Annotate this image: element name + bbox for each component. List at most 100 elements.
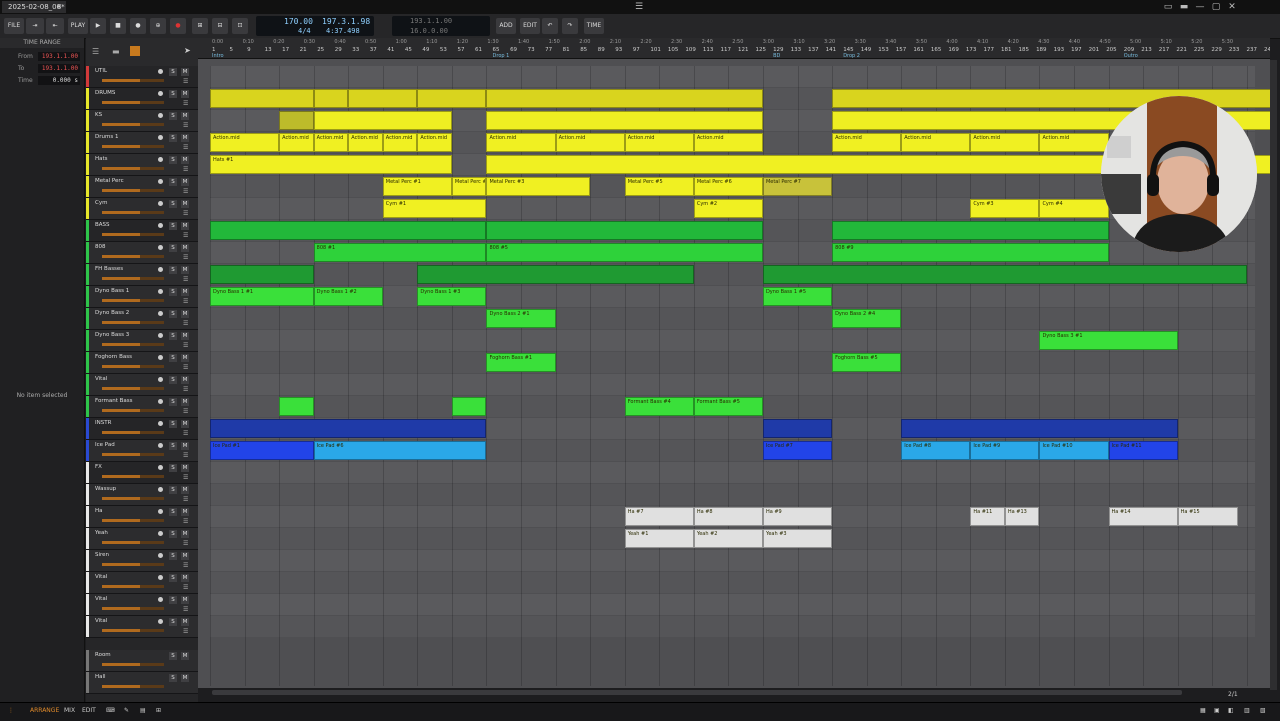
edit-tab[interactable]: EDIT bbox=[82, 707, 96, 714]
mute-button[interactable]: M bbox=[181, 178, 189, 186]
solo-button[interactable]: S bbox=[169, 90, 177, 98]
library-icon[interactable]: ▧ bbox=[1260, 707, 1266, 714]
track-menu-icon[interactable]: ☰ bbox=[183, 585, 190, 591]
arranger-clip[interactable]: Ice Pad #11 bbox=[1108, 441, 1178, 460]
volume-fader[interactable] bbox=[102, 79, 164, 82]
app-menu-icon[interactable]: ☰ bbox=[633, 1, 645, 13]
device-icon[interactable]: ⊞ bbox=[156, 707, 161, 714]
arranger-clip[interactable]: Action.mid bbox=[348, 133, 383, 152]
track-name[interactable]: DRUMS bbox=[95, 90, 115, 96]
volume-fader[interactable] bbox=[102, 629, 164, 632]
arranger-clip[interactable]: Action.mid bbox=[382, 133, 418, 152]
vertical-scrollbar[interactable] bbox=[1270, 60, 1277, 690]
solo-button[interactable]: S bbox=[169, 200, 177, 208]
record-icon[interactable]: ● bbox=[130, 18, 146, 34]
track-name[interactable]: Siren bbox=[95, 552, 109, 558]
track-name[interactable]: Cym bbox=[95, 200, 107, 206]
track-header[interactable]: Ice Pad S M ☰ bbox=[86, 440, 198, 462]
volume-fader[interactable] bbox=[102, 541, 164, 544]
arranger-clip[interactable] bbox=[486, 89, 763, 108]
mute-button[interactable]: M bbox=[181, 244, 189, 252]
arranger-clip[interactable] bbox=[313, 111, 452, 130]
volume-fader[interactable] bbox=[102, 277, 164, 280]
track-list-menu-icon[interactable]: ☰ bbox=[92, 47, 99, 56]
edit-button[interactable]: EDIT bbox=[520, 18, 540, 34]
track-activate-icon[interactable] bbox=[158, 201, 163, 206]
track-view-icon[interactable] bbox=[130, 46, 140, 56]
arranger-clip[interactable]: Action.mid bbox=[624, 133, 694, 152]
arranger-clip[interactable]: Metal Perc #6 bbox=[693, 177, 763, 196]
play-icon[interactable]: ▶ bbox=[90, 18, 106, 34]
mute-button[interactable]: M bbox=[181, 508, 189, 516]
file-button[interactable]: FILE bbox=[4, 18, 24, 34]
track-activate-icon[interactable] bbox=[158, 333, 163, 338]
track-menu-icon[interactable]: ☰ bbox=[183, 629, 190, 635]
mute-button[interactable]: M bbox=[181, 574, 189, 582]
track-header[interactable]: Dyno Bass 3 S M ☰ bbox=[86, 330, 198, 352]
arranger-clip[interactable]: Metal Perc #2 bbox=[451, 177, 487, 196]
volume-fader[interactable] bbox=[102, 123, 164, 126]
track-activate-icon[interactable] bbox=[158, 223, 163, 228]
arranger-clip[interactable]: Ice Pad #1 bbox=[210, 441, 314, 460]
track-activate-icon[interactable] bbox=[158, 509, 163, 514]
solo-button[interactable]: S bbox=[169, 376, 177, 384]
add-button[interactable]: ADD bbox=[496, 18, 516, 34]
volume-fader[interactable] bbox=[102, 409, 164, 412]
arranger-marker[interactable]: Intro bbox=[212, 53, 224, 59]
fx-track-header[interactable]: Hall S M bbox=[86, 672, 198, 694]
arranger-clip[interactable]: Foghorn Bass #5 bbox=[832, 353, 902, 372]
track-menu-icon[interactable]: ☰ bbox=[183, 145, 190, 151]
mute-button[interactable]: M bbox=[181, 200, 189, 208]
track-name[interactable]: Metal Perc bbox=[95, 178, 124, 184]
arranger-clip[interactable]: Dyno Bass 2 #1 bbox=[486, 309, 556, 328]
track-name[interactable]: Yeah bbox=[95, 530, 108, 536]
volume-fader[interactable] bbox=[102, 255, 164, 258]
volume-fader[interactable] bbox=[102, 475, 164, 478]
arranger-clip[interactable]: Dyno Bass 1 #5 bbox=[762, 287, 833, 306]
track-activate-icon[interactable] bbox=[158, 575, 163, 580]
arranger-clip[interactable]: Ice Pad #10 bbox=[1039, 441, 1109, 460]
arranger-clip[interactable] bbox=[417, 89, 487, 108]
track-name[interactable]: Vital bbox=[95, 574, 107, 580]
overdub-icon[interactable]: ⊕ bbox=[150, 18, 166, 34]
track-menu-icon[interactable]: ☰ bbox=[183, 255, 190, 261]
loop-start-display[interactable]: 193.1.1.00 bbox=[410, 17, 452, 25]
arranger-clip[interactable]: Metal Perc #3 bbox=[486, 177, 591, 196]
track-name[interactable]: Dyno Bass 1 bbox=[95, 288, 129, 294]
arranger-clip[interactable] bbox=[210, 89, 314, 108]
solo-button[interactable]: S bbox=[169, 442, 177, 450]
arranger-clip[interactable] bbox=[486, 221, 763, 240]
track-menu-icon[interactable]: ☰ bbox=[183, 343, 190, 349]
track-activate-icon[interactable] bbox=[158, 69, 163, 74]
arranger-marker[interactable]: Drop 2 bbox=[843, 53, 860, 59]
track-activate-icon[interactable] bbox=[158, 465, 163, 470]
arranger-clip[interactable]: Action.mid bbox=[693, 133, 763, 152]
volume-fader[interactable] bbox=[102, 607, 164, 610]
timeline-ruler[interactable]: 1 5 9 13 17 21 25 29 33 37 41 45 49 53 57 61 65 69 73 77 81 8… bbox=[198, 38, 1270, 59]
mute-button[interactable]: M bbox=[181, 376, 189, 384]
track-name[interactable]: FH Basses bbox=[95, 266, 123, 272]
punch-icon[interactable]: ⊡ bbox=[232, 18, 248, 34]
volume-fader[interactable] bbox=[102, 167, 164, 170]
solo-button[interactable]: S bbox=[169, 68, 177, 76]
fx-track-header[interactable]: Room S M bbox=[86, 650, 198, 672]
mute-button[interactable]: M bbox=[181, 90, 189, 98]
mute-button[interactable]: M bbox=[181, 486, 189, 494]
volume-fader[interactable] bbox=[102, 365, 164, 368]
arranger-clip[interactable] bbox=[417, 265, 694, 284]
track-activate-icon[interactable] bbox=[158, 135, 163, 140]
track-menu-icon[interactable]: ☰ bbox=[183, 189, 190, 195]
track-header[interactable]: Vital S M ☰ bbox=[86, 572, 198, 594]
horizontal-scrollbar[interactable] bbox=[212, 690, 1182, 695]
volume-fader[interactable] bbox=[102, 585, 164, 588]
track-menu-icon[interactable]: ☰ bbox=[183, 79, 190, 85]
track-name[interactable]: INSTR bbox=[95, 420, 111, 426]
track-name[interactable]: Ice Pad bbox=[95, 442, 115, 448]
solo-button[interactable]: S bbox=[169, 266, 177, 274]
track-header[interactable]: UTIL S M ☰ bbox=[86, 66, 198, 88]
import-icon[interactable]: ⇥ bbox=[26, 18, 44, 34]
undo-icon[interactable]: ↶ bbox=[542, 18, 558, 34]
track-header[interactable]: Vital S M ☰ bbox=[86, 616, 198, 638]
solo-button[interactable]: S bbox=[169, 112, 177, 120]
volume-fader[interactable] bbox=[102, 431, 164, 434]
